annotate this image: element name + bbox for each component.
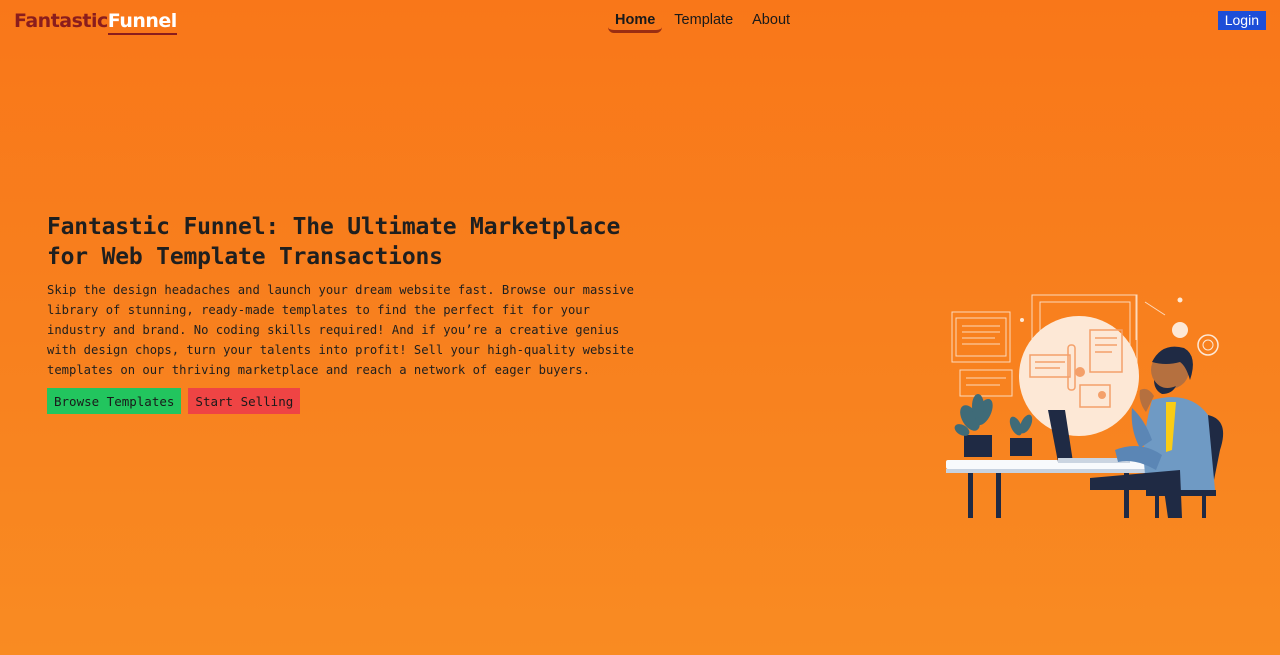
browse-templates-button[interactable]: Browse Templates [47, 388, 182, 414]
start-selling-button[interactable]: Start Selling [188, 388, 301, 414]
nav-about[interactable]: About [745, 10, 797, 33]
nav-home[interactable]: Home [608, 10, 663, 33]
login-button[interactable]: Login [1217, 11, 1266, 30]
nav-template[interactable]: Template [667, 10, 740, 33]
hero-cta-group: Browse Templates Start Selling [47, 388, 647, 414]
logo[interactable]: FantasticFunnel [14, 9, 177, 35]
hero-title: Fantastic Funnel: The Ultimate Marketpla… [47, 214, 621, 270]
hero-description: Skip the design headaches and launch you… [47, 283, 634, 377]
man-working-on-laptop-illustration [940, 290, 1240, 525]
main-nav: Home Template About [608, 10, 797, 33]
logo-part-funnel: Funnel [107, 10, 177, 35]
site-header: FantasticFunnel Home Template About Logi… [0, 0, 1280, 42]
logo-part-fantastic: Fantastic [14, 10, 108, 32]
hero-section: Fantastic Funnel: The Ultimate Marketpla… [47, 212, 647, 414]
